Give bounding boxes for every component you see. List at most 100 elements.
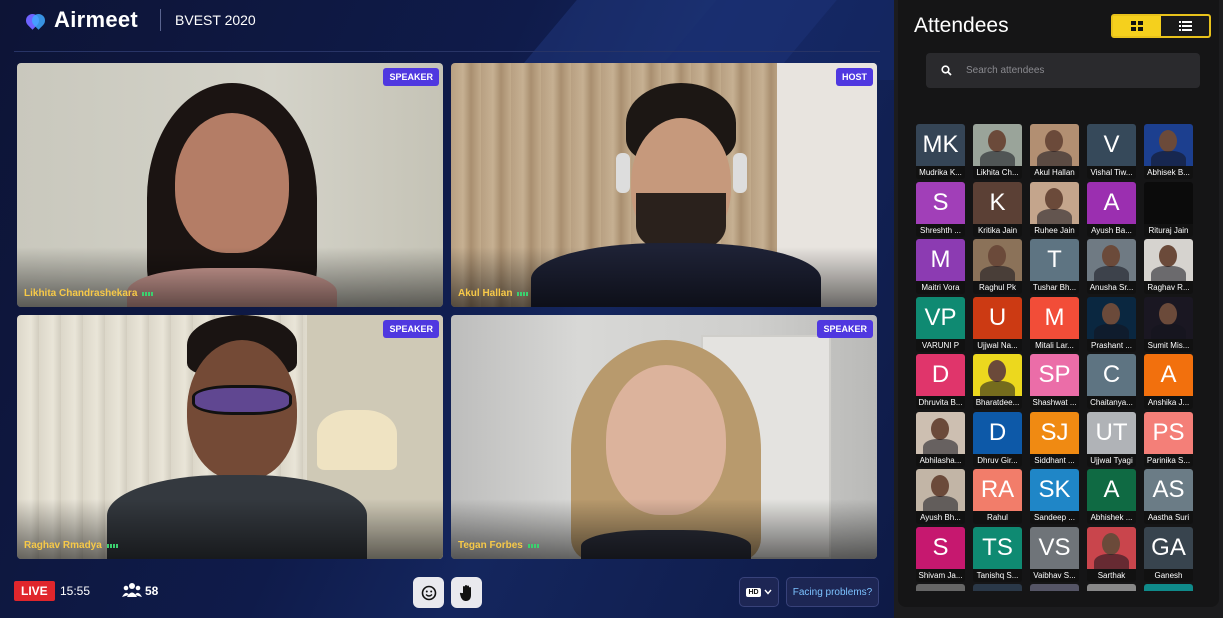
attendee-name: Vishal Tiw... [1087, 166, 1136, 179]
stage-area: Airmeet BVEST 2020 SPEAKER Likhita Chand… [0, 0, 894, 618]
video-quality-button[interactable]: HD [739, 577, 779, 607]
attendee-name: Aastha Suri [1144, 511, 1193, 524]
attendee-initials: AS [1144, 469, 1193, 511]
attendee-tile[interactable]: A Anshika J... [1144, 354, 1193, 409]
attendee-tile[interactable]: Anusha Sr... [1087, 239, 1136, 294]
attendee-tile[interactable]: VS Vaibhav S... [1030, 526, 1079, 582]
attendee-tile[interactable] [1144, 584, 1193, 591]
video-tile-tegan[interactable]: SPEAKER Tegan Forbes [451, 315, 877, 559]
attendee-tile[interactable]: Abhilasha... [916, 411, 965, 467]
attendee-tile[interactable]: SP Shashwat ... [1030, 354, 1079, 409]
attendee-photo [916, 469, 965, 511]
attendee-tile[interactable]: D Dhruvita B... [916, 354, 965, 409]
people-icon[interactable] [122, 582, 142, 598]
attendee-initials: TS [973, 526, 1022, 569]
attendee-initials: K [973, 181, 1022, 224]
attendee-initials: GA [1144, 526, 1193, 569]
attendee-photo [1030, 124, 1079, 166]
attendee-tile[interactable]: Rituraj Jain [1144, 181, 1193, 237]
app-name: Airmeet [54, 7, 139, 32]
video-tile-raghav[interactable]: SPEAKER Raghav Rmadya [17, 315, 443, 559]
attendee-photo [1030, 181, 1079, 224]
list-icon [1178, 21, 1192, 31]
attendee-tile[interactable]: Prashant ... [1087, 296, 1136, 352]
attendee-tile[interactable]: Sarthak [1087, 526, 1136, 582]
attendee-name: Kritika Jain [973, 223, 1022, 237]
attendee-tile[interactable]: Abhisek B... [1144, 124, 1193, 179]
attendee-tile[interactable]: S Shreshth ... [916, 181, 965, 237]
chevron-down-icon [764, 589, 772, 595]
attendee-initials: MK [916, 124, 965, 166]
attendee-name: Parinika S... [1144, 453, 1193, 467]
attendee-tile[interactable]: TS Tanishq S... [973, 526, 1022, 582]
raise-hand-button[interactable] [451, 577, 482, 608]
attendee-name: Likhita Ch... [973, 166, 1022, 179]
attendee-tile[interactable]: K Kritika Jain [973, 181, 1022, 237]
attendee-tile[interactable]: UT Ujjwal Tyagi [1087, 411, 1136, 467]
attendee-tile[interactable]: Sumit Mis... [1144, 296, 1193, 352]
attendee-tile[interactable]: T Tushar Bh... [1030, 239, 1079, 294]
attendee-tile[interactable]: S Shivam Ja... [916, 526, 965, 582]
video-tile-likhita[interactable]: SPEAKER Likhita Chandrashekara [17, 63, 443, 307]
attendee-tile[interactable]: Ruhee Jain [1030, 181, 1079, 237]
attendee-tile[interactable]: Likhita Ch... [973, 124, 1022, 179]
attendee-tile[interactable]: PS Parinika S... [1144, 411, 1193, 467]
attendee-tile[interactable]: Raghul Pk [973, 239, 1022, 294]
attendee-name: Ayush Ba... [1087, 223, 1136, 237]
attendee-initials [1144, 181, 1193, 224]
audio-level-icon [106, 543, 118, 548]
attendee-tile[interactable]: GA Ganesh [1144, 526, 1193, 582]
attendee-tile[interactable] [1030, 584, 1079, 591]
attendee-initials: UT [1087, 411, 1136, 454]
search-icon [926, 65, 966, 76]
attendee-photo [916, 411, 965, 454]
attendee-tile[interactable]: A Abhishek ... [1087, 469, 1136, 524]
attendee-tile[interactable]: AS Aastha Suri [1144, 469, 1193, 524]
facing-problems-button[interactable]: Facing problems? [786, 577, 879, 607]
attendee-tile[interactable]: M Mitali Lar... [1030, 296, 1079, 352]
attendee-tile[interactable] [916, 584, 965, 591]
attendee-name: Mudrika K... [916, 166, 965, 179]
attendee-tile[interactable]: Bharatdee... [973, 354, 1022, 409]
attendee-name: Abhisek B... [1144, 166, 1193, 179]
role-badge: SPEAKER [817, 320, 873, 338]
attendee-name: Vaibhav S... [1030, 568, 1079, 582]
attendee-tile[interactable]: RA Rahul [973, 469, 1022, 524]
grid-view-button[interactable] [1113, 16, 1161, 36]
attendee-tile[interactable]: SJ Siddhant ... [1030, 411, 1079, 467]
search-input[interactable] [966, 65, 1186, 76]
attendee-photo [973, 354, 1022, 396]
attendee-photo [1144, 296, 1193, 339]
attendee-tile[interactable]: U Ujjwal Na... [973, 296, 1022, 352]
attendee-tile[interactable] [973, 584, 1022, 591]
attendee-initials: A [1087, 469, 1136, 511]
attendee-initials: S [916, 526, 965, 569]
attendee-name: Ruhee Jain [1030, 223, 1079, 237]
attendee-initials: V [1087, 124, 1136, 166]
attendee-tile[interactable]: D Dhruv Gir... [973, 411, 1022, 467]
attendee-name: Chaitanya... [1087, 396, 1136, 409]
video-tile-akul[interactable]: HOST Akul Hallan [451, 63, 877, 307]
view-toggle [1111, 14, 1211, 38]
attendee-tile[interactable]: Akul Hallan [1030, 124, 1079, 179]
attendee-tile[interactable]: C Chaitanya... [1087, 354, 1136, 409]
emoji-reaction-button[interactable] [413, 577, 444, 608]
attendee-name: Sandeep ... [1030, 511, 1079, 524]
attendee-initials: D [973, 411, 1022, 454]
attendee-tile[interactable]: A Ayush Ba... [1087, 181, 1136, 237]
attendee-tile[interactable]: Raghav R... [1144, 239, 1193, 294]
attendee-initials: U [973, 296, 1022, 339]
attendee-tile[interactable]: MK Mudrika K... [916, 124, 965, 179]
attendee-tile[interactable]: Ayush Bh... [916, 469, 965, 524]
attendee-tile[interactable]: V Vishal Tiw... [1087, 124, 1136, 179]
attendee-tile[interactable]: M Maitri Vora [916, 239, 965, 294]
list-view-button[interactable] [1161, 16, 1209, 36]
attendee-name: Tushar Bh... [1030, 281, 1079, 294]
attendee-name: Anusha Sr... [1087, 281, 1136, 294]
speaker-name: Akul Hallan [458, 288, 529, 299]
header: Airmeet BVEST 2020 [23, 6, 256, 34]
attendee-name: Anshika J... [1144, 396, 1193, 409]
attendee-tile[interactable]: SK Sandeep ... [1030, 469, 1079, 524]
attendee-tile[interactable]: VP VARUNI P [916, 296, 965, 352]
attendee-tile[interactable] [1087, 584, 1136, 591]
